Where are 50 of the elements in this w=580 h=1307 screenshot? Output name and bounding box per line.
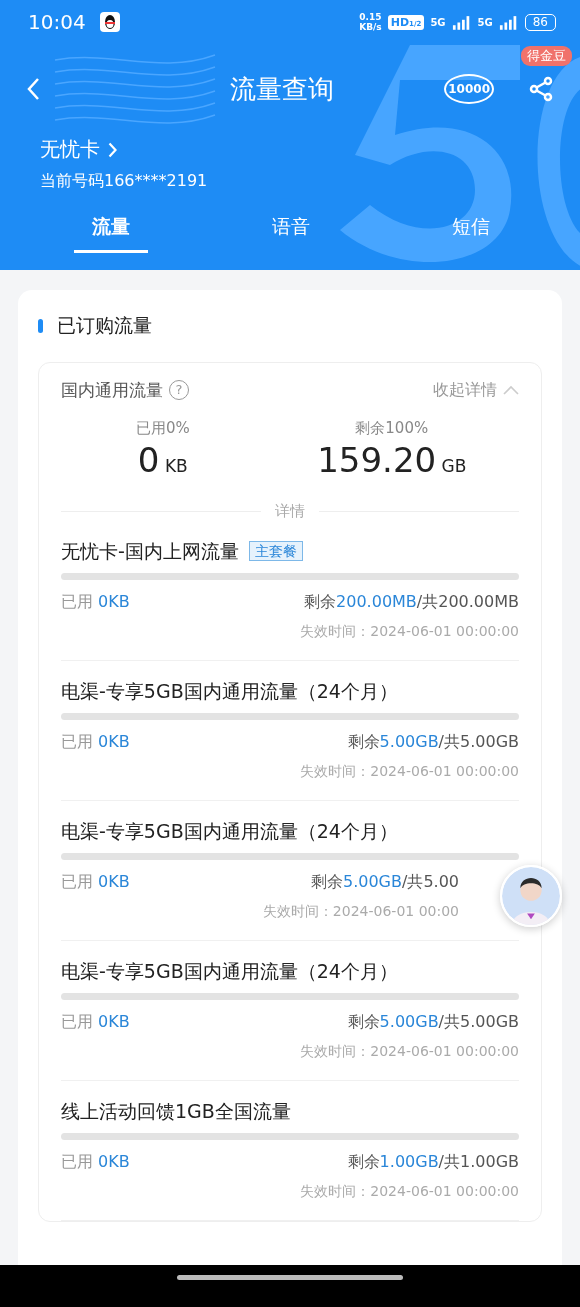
network-type: 5G xyxy=(430,16,446,28)
remaining-amount: 剩余1.00GB/共1.00GB xyxy=(347,1151,519,1173)
expiry-time: 失效时间：2024-06-01 00:00:00 xyxy=(300,622,519,641)
package-name: 电渠-专享5GB国内通用流量（24个月） xyxy=(61,819,398,844)
reward-badge[interactable]: 得金豆 xyxy=(521,46,572,66)
remaining-amount: 剩余200.00MB/共200.00MB xyxy=(304,591,519,613)
package-name: 电渠-专享5GB国内通用流量（24个月） xyxy=(61,679,398,704)
collapse-link[interactable]: 收起详情 xyxy=(433,379,519,401)
remaining-amount: 剩余5.00GB/共5.00GB xyxy=(347,1011,519,1033)
main-plan-tag: 主套餐 xyxy=(248,541,303,561)
used-percent: 已用0% xyxy=(135,419,190,438)
plan-name-link[interactable]: 无忧卡 xyxy=(40,136,100,163)
network-speed: 0.15 KB/s xyxy=(359,12,382,32)
used-amount: 已用 0KB xyxy=(61,591,130,613)
tab[interactable]: 流量 xyxy=(74,210,148,253)
signal-icon xyxy=(451,14,472,30)
package-name: 电渠-专享5GB国内通用流量（24个月） xyxy=(61,959,398,984)
network-type: 5G xyxy=(477,16,493,28)
used-amount: 已用 0KB xyxy=(61,731,130,753)
remaining-amount: 159.20 GB xyxy=(317,440,467,480)
expiry-time: 失效时间：2024-06-01 00:00:00 xyxy=(300,1042,519,1061)
signal-icon xyxy=(498,14,519,30)
chevron-right-icon[interactable] xyxy=(108,141,117,158)
section-title: 已订购流量 xyxy=(57,313,152,338)
remaining-percent: 剩余100% xyxy=(355,419,429,438)
expiry-time: 失效时间：2024-06-01 00:00 xyxy=(262,902,459,921)
assistant-avatar[interactable] xyxy=(500,865,562,927)
package-name: 无忧卡-国内上网流量 xyxy=(61,539,239,564)
details-label: 详情 xyxy=(275,502,305,521)
package-name: 线上活动回馈1GB全国流量 xyxy=(61,1099,291,1124)
expiry-time: 失效时间：2024-06-01 00:00:00 xyxy=(300,1182,519,1201)
back-icon[interactable] xyxy=(26,77,40,101)
share-icon[interactable] xyxy=(528,76,554,102)
page-title: 流量查询 xyxy=(230,72,334,106)
used-amount: 0 KB xyxy=(137,440,188,480)
used-amount: 已用 0KB xyxy=(61,871,130,893)
battery-level: 86 xyxy=(524,13,556,31)
customer-service-button[interactable]: 10000 xyxy=(444,74,494,104)
used-amount: 已用 0KB xyxy=(61,1011,130,1033)
tab[interactable]: 语音 xyxy=(254,210,328,253)
remaining-amount: 剩余5.00GB/共5.00 xyxy=(311,871,459,893)
section-marker xyxy=(38,319,43,333)
expiry-time: 失效时间：2024-06-01 00:00:00 xyxy=(300,762,519,781)
remaining-amount: 剩余5.00GB/共5.00GB xyxy=(347,731,519,753)
tab[interactable]: 短信 xyxy=(434,210,508,253)
used-amount: 已用 0KB xyxy=(61,1151,130,1173)
phone-number: 当前号码166****2191 xyxy=(40,171,208,192)
penguin-icon xyxy=(99,12,120,32)
usage-title: 国内通用流量 xyxy=(61,378,163,402)
clock-time: 10:04 xyxy=(28,10,86,34)
